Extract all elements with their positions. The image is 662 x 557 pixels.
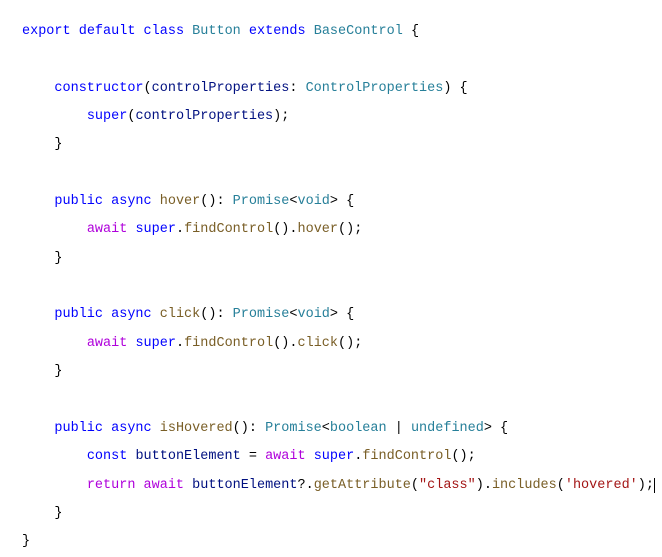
code-line: super(controlProperties); (22, 109, 289, 124)
code-line: } (22, 534, 30, 549)
code-line: } (22, 251, 63, 266)
code-line: constructor(controlProperties: ControlPr… (22, 81, 468, 96)
code-line: } (22, 137, 63, 152)
code-line: public async hover(): Promise<void> { (22, 194, 354, 209)
code-block: export default class Button extends Base… (22, 18, 640, 557)
code-line: export default class Button extends Base… (22, 24, 419, 39)
text-cursor (654, 478, 655, 493)
code-line: return await buttonElement?.getAttribute… (22, 478, 655, 493)
code-line: await super.findControl().click(); (22, 336, 362, 351)
code-line: public async isHovered(): Promise<boolea… (22, 421, 508, 436)
code-line: public async click(): Promise<void> { (22, 307, 354, 322)
code-line: const buttonElement = await super.findCo… (22, 449, 476, 464)
code-line: } (22, 364, 63, 379)
code-line: } (22, 506, 63, 521)
code-line: await super.findControl().hover(); (22, 222, 362, 237)
